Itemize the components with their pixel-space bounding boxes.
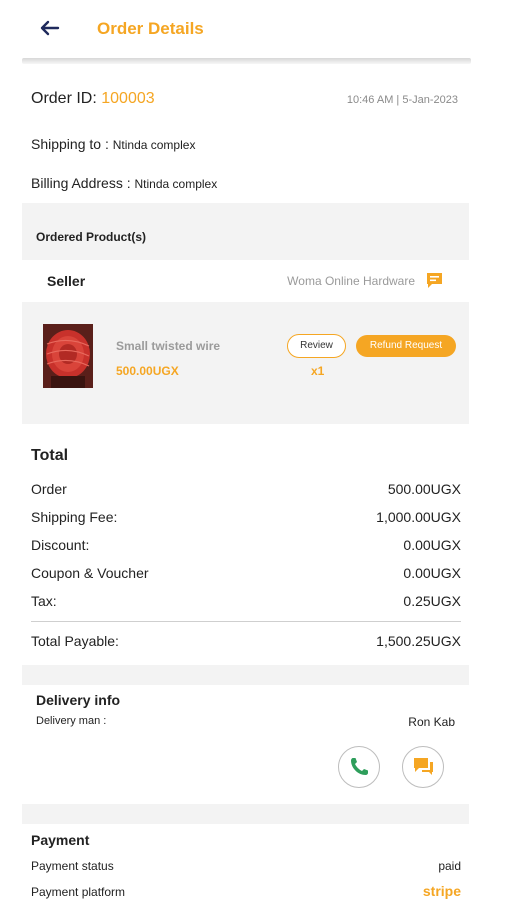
order-id-row: Order ID: 100003 10:46 AM | 5-Jan-2023: [31, 90, 461, 112]
back-arrow-icon: [40, 20, 60, 36]
delivery-man-label: Delivery man :: [36, 715, 107, 727]
total-payable-value: 1,500.25UGX: [376, 633, 461, 649]
delivery-info-title: Delivery info: [36, 692, 121, 708]
section-separator: [22, 665, 469, 685]
header-shadow-divider: [22, 58, 471, 64]
chat-icon: [427, 273, 442, 288]
wire-spool-image: [43, 324, 93, 388]
total-row-shipping-fee: Shipping Fee: 1,000.00UGX: [31, 509, 461, 529]
payment-status-value: paid: [438, 859, 461, 873]
total-title: Total: [31, 447, 69, 464]
total-payable-label: Total Payable:: [31, 633, 119, 649]
payment-status-row: Payment status paid: [31, 859, 461, 877]
total-row-label: Order: [31, 481, 67, 497]
payment-platform-row: Payment platform stripe: [31, 883, 461, 900]
payment-status-label: Payment status: [31, 859, 114, 873]
total-row-value: 500.00UGX: [387, 481, 461, 497]
payment-title: Payment: [31, 832, 90, 848]
billing-label: Billing Address :: [31, 175, 131, 191]
total-row-label: Shipping Fee:: [31, 509, 118, 525]
page-title: Order Details: [97, 19, 204, 38]
seller-chat-button[interactable]: [425, 271, 444, 290]
call-delivery-button[interactable]: [338, 746, 380, 788]
order-id-value: 100003: [101, 90, 155, 107]
refund-request-button[interactable]: Refund Request: [356, 335, 456, 357]
payment-platform-label: Payment platform: [31, 885, 126, 899]
ordered-products-header: Ordered Product(s): [22, 203, 469, 260]
total-row-order: Order 500.00UGX: [31, 481, 461, 501]
total-divider: [31, 621, 461, 622]
product-name: Small twisted wire: [116, 339, 221, 353]
seller-row: Seller Woma Online Hardware: [22, 260, 469, 302]
order-id-label: Order ID:: [31, 90, 97, 107]
total-row-label: Discount:: [31, 537, 90, 553]
shipping-value: Ntinda complex: [112, 138, 196, 152]
product-quantity: x1: [311, 364, 325, 378]
total-row-label: Coupon & Voucher: [31, 565, 149, 581]
total-payable-row: Total Payable: 1,500.25UGX: [31, 633, 461, 653]
product-item: Small twisted wire 500.00UGX Review Refu…: [22, 302, 469, 424]
total-row-tax: Tax: 0.25UGX: [31, 593, 461, 613]
total-row-discount: Discount: 0.00UGX: [31, 537, 461, 557]
product-price: 500.00UGX: [116, 364, 179, 378]
ordered-products-title: Ordered Product(s): [36, 230, 147, 244]
total-row-value: 0.25UGX: [403, 593, 461, 609]
order-timestamp: 10:46 AM | 5-Jan-2023: [346, 94, 458, 106]
back-button[interactable]: [36, 14, 64, 42]
billing-value: Ntinda complex: [134, 177, 218, 191]
delivery-man-name: Ron Kab: [408, 715, 455, 729]
phone-icon: [350, 757, 368, 775]
section-separator: [22, 804, 469, 824]
seller-label: Seller: [47, 273, 86, 289]
order-id-label-wrap: Order ID: 100003: [31, 90, 155, 108]
shipping-row: Shipping to : Ntinda complex: [31, 136, 195, 152]
seller-name[interactable]: Woma Online Hardware: [287, 274, 415, 288]
chat-delivery-button[interactable]: [402, 746, 444, 788]
total-row-value: 0.00UGX: [403, 537, 461, 553]
total-row-value: 1,000.00UGX: [376, 509, 461, 525]
product-image[interactable]: [43, 324, 93, 388]
shipping-label: Shipping to :: [31, 136, 109, 152]
payment-platform-value: stripe: [422, 883, 461, 899]
chat-icon: [413, 757, 433, 775]
total-row-value: 0.00UGX: [403, 565, 461, 581]
total-row-coupon: Coupon & Voucher 0.00UGX: [31, 565, 461, 585]
total-row-label: Tax:: [31, 593, 57, 609]
app-header: Order Details: [0, 0, 507, 58]
billing-row: Billing Address : Ntinda complex: [31, 175, 217, 191]
review-button[interactable]: Review: [287, 334, 346, 358]
